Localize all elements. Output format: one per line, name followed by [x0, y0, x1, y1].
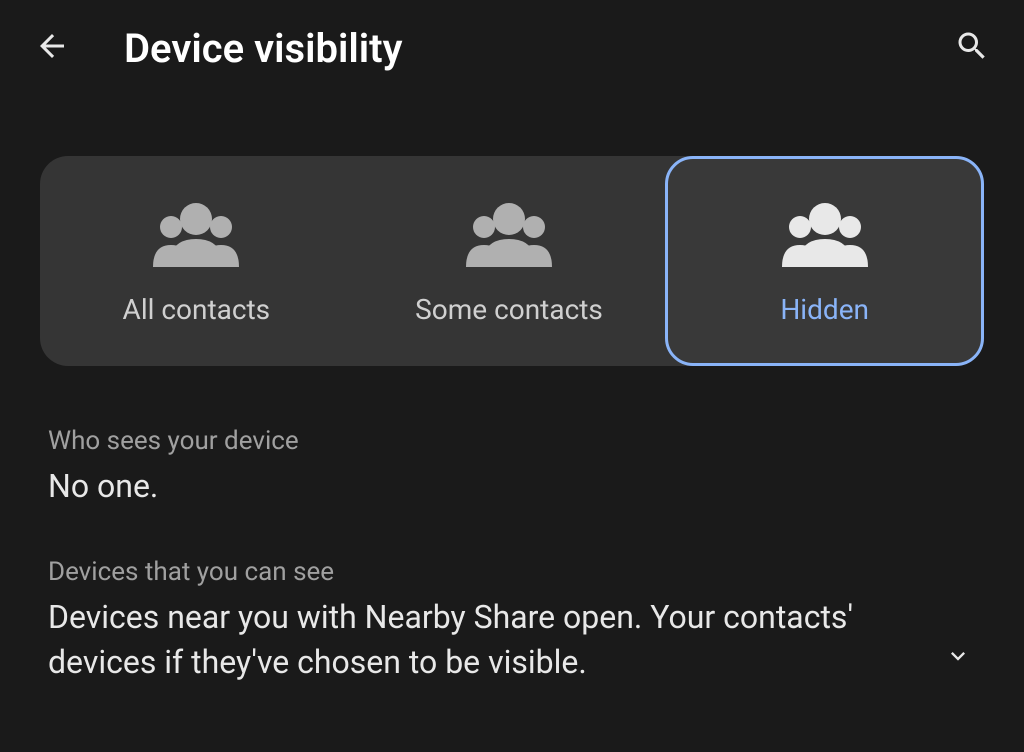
- content-area: Who sees your device No one. Devices tha…: [0, 406, 1024, 752]
- search-button[interactable]: [948, 24, 996, 72]
- back-button[interactable]: [28, 24, 76, 72]
- page-title: Device visibility: [124, 25, 900, 72]
- who-sees-value: No one.: [48, 464, 976, 509]
- tab-some-contacts[interactable]: Some contacts: [353, 156, 666, 366]
- people-icon: [141, 197, 251, 271]
- people-icon: [770, 197, 880, 271]
- arrow-left-icon: [34, 28, 70, 68]
- search-icon: [954, 28, 990, 68]
- header: Device visibility: [0, 0, 1024, 96]
- tab-label: All contacts: [123, 293, 271, 326]
- tab-hidden[interactable]: Hidden: [665, 156, 984, 366]
- devices-see-value: Devices near you with Nearby Share open.…: [48, 595, 920, 685]
- expand-button[interactable]: [940, 640, 976, 676]
- people-icon: [454, 197, 564, 271]
- devices-see-label: Devices that you can see: [48, 557, 920, 587]
- who-sees-label: Who sees your device: [48, 426, 976, 456]
- tab-label: Some contacts: [415, 293, 603, 326]
- who-sees-section: Who sees your device No one.: [48, 426, 976, 509]
- visibility-tabs: All contacts Some contacts: [40, 156, 984, 366]
- tab-label: Hidden: [780, 293, 869, 326]
- devices-see-section[interactable]: Devices that you can see Devices near yo…: [48, 557, 976, 685]
- tab-all-contacts[interactable]: All contacts: [40, 156, 353, 366]
- chevron-down-icon: [944, 642, 972, 674]
